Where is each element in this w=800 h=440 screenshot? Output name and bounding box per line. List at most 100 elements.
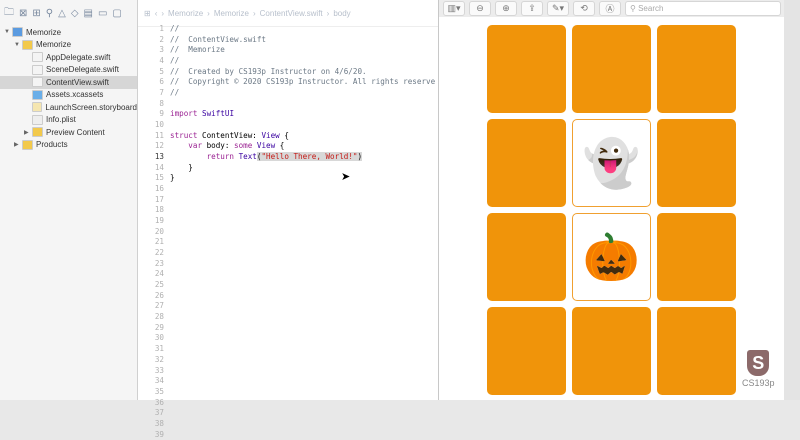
line-number: 19	[154, 216, 164, 226]
card-face-down[interactable]	[657, 119, 736, 207]
share-icon[interactable]: ⇪	[521, 1, 543, 16]
hierarchy-icon[interactable]: ⊞	[32, 8, 40, 19]
code-line: 30	[138, 333, 435, 344]
line-number: 35	[154, 386, 164, 396]
code-line: 11 struct ContentView: View {	[138, 131, 435, 142]
line-number: 23	[154, 258, 164, 268]
code-text: //	[170, 88, 180, 98]
zoom-in-icon[interactable]: ⊕	[495, 1, 517, 16]
breakpoint-icon[interactable]: ▭	[98, 8, 107, 19]
file-item[interactable]: LaunchScreen.storyboard	[0, 101, 137, 114]
search-icon[interactable]: ⚲	[46, 8, 53, 19]
jump-project[interactable]: Memorize	[168, 9, 203, 18]
code-line: 36	[138, 398, 435, 409]
warning-icon[interactable]: △	[58, 8, 66, 19]
code-text: // Created by CS193p Instructor on 4/6/2…	[170, 66, 367, 76]
code-text: }	[170, 162, 193, 172]
swift-file-icon	[32, 64, 43, 75]
line-number: 18	[154, 205, 164, 215]
code-line: 12 var body: some View {	[138, 141, 435, 152]
mouse-cursor-icon: ➤	[341, 171, 351, 183]
debug-icon[interactable]: ▤	[84, 8, 93, 19]
disclosure-triangle-icon[interactable]: ▼	[4, 29, 12, 35]
grid-icon[interactable]: ⊞	[144, 9, 151, 18]
forward-icon[interactable]: ›	[161, 9, 164, 18]
code-text: var body: some View {	[188, 141, 285, 151]
jump-file[interactable]: ContentView.swift	[260, 9, 323, 18]
folder-file-icon	[22, 139, 33, 150]
code-line: 6 // Copyright © 2020 CS193p Instructor. …	[138, 77, 435, 88]
file-item[interactable]: ▶ Preview Content	[0, 126, 137, 139]
code-line: 34	[138, 376, 435, 387]
line-number: 6	[159, 77, 164, 87]
card-face-down[interactable]	[657, 25, 736, 113]
code-line: 31	[138, 344, 435, 355]
file-item[interactable]: SceneDelegate.swift	[0, 64, 137, 77]
code-text: // Copyright © 2020 CS193p Instructor. A…	[170, 77, 436, 87]
logo-text: CS193p	[742, 378, 775, 388]
line-number: 25	[154, 280, 164, 290]
folder-file-icon	[32, 127, 43, 138]
search-placeholder: Search	[638, 4, 664, 13]
line-number: 33	[154, 365, 164, 375]
file-label: AppDelegate.swift	[46, 52, 111, 62]
code-line: 39	[138, 430, 435, 440]
code-line: 13 return Text("Hello There, World!")	[138, 152, 435, 163]
back-icon[interactable]: ‹	[155, 9, 158, 18]
card-face-down[interactable]	[572, 307, 651, 395]
code-line: 32	[138, 355, 435, 366]
folder-icon[interactable]: 🗀	[4, 5, 14, 22]
code-line: 29	[138, 323, 435, 334]
code-line: 14 }	[138, 163, 435, 174]
file-label: LaunchScreen.storyboard	[45, 102, 137, 112]
jump-folder[interactable]: Memorize	[214, 9, 249, 18]
plist-file-icon	[32, 114, 43, 125]
search-input[interactable]: ⚲ Search	[625, 1, 781, 16]
file-item[interactable]: Info.plist	[0, 114, 137, 127]
sidebar-toggle-icon[interactable]: ▥▾	[443, 1, 465, 16]
disclosure-triangle-icon[interactable]: ▶	[24, 129, 32, 136]
card-face-down[interactable]	[657, 213, 736, 301]
code-line: 24	[138, 269, 435, 280]
card-face-up[interactable]: 🎃	[572, 213, 651, 301]
source-control-icon[interactable]: ⊠	[19, 8, 27, 19]
card-face-up[interactable]: 👻	[572, 119, 651, 207]
file-label: SceneDelegate.swift	[46, 65, 119, 75]
card-face-down[interactable]	[487, 119, 566, 207]
card-face-down[interactable]	[487, 307, 566, 395]
code-line: 26	[138, 291, 435, 302]
file-item[interactable]: AppDelegate.swift	[0, 51, 137, 64]
card-face-down[interactable]	[657, 307, 736, 395]
file-label: Memorize	[36, 40, 72, 50]
code-editor[interactable]: ⊞ ‹ › Memorize › Memorize › ContentView.sw…	[138, 0, 438, 439]
file-item[interactable]: ContentView.swift	[0, 76, 137, 89]
card-face-down[interactable]	[487, 25, 566, 113]
code-line: 28	[138, 312, 435, 323]
file-item[interactable]: Assets.xcassets	[0, 89, 137, 102]
test-icon[interactable]: ◇	[71, 8, 79, 19]
disclosure-triangle-icon[interactable]: ▶	[14, 141, 22, 148]
code-text: //	[170, 56, 180, 66]
assets-file-icon	[32, 89, 43, 100]
annotate-icon[interactable]: Ⓐ	[599, 1, 621, 16]
zoom-out-icon[interactable]: ⊖	[469, 1, 491, 16]
line-number: 21	[154, 237, 164, 247]
code-line: 25	[138, 280, 435, 291]
line-number: 30	[154, 333, 164, 343]
jump-symbol[interactable]: body	[333, 9, 350, 18]
file-item[interactable]: ▼ Memorize	[0, 39, 137, 52]
code-text: }	[170, 173, 175, 183]
card-face-down[interactable]	[487, 213, 566, 301]
line-number: 8	[159, 98, 164, 108]
line-number: 1	[159, 24, 164, 33]
disclosure-triangle-icon[interactable]: ▼	[14, 42, 22, 48]
code-line: 23	[138, 259, 435, 270]
rotate-icon[interactable]: ⟲	[573, 1, 595, 16]
file-item[interactable]: ▶ Products	[0, 139, 137, 152]
file-item[interactable]: ▼ Memorize	[0, 26, 137, 39]
report-icon[interactable]: ▢	[112, 8, 121, 19]
file-label: Products	[36, 140, 68, 150]
card-face-down[interactable]	[572, 25, 651, 113]
markup-icon[interactable]: ✎▾	[547, 1, 569, 16]
code-text: struct ContentView: View {	[170, 130, 289, 140]
